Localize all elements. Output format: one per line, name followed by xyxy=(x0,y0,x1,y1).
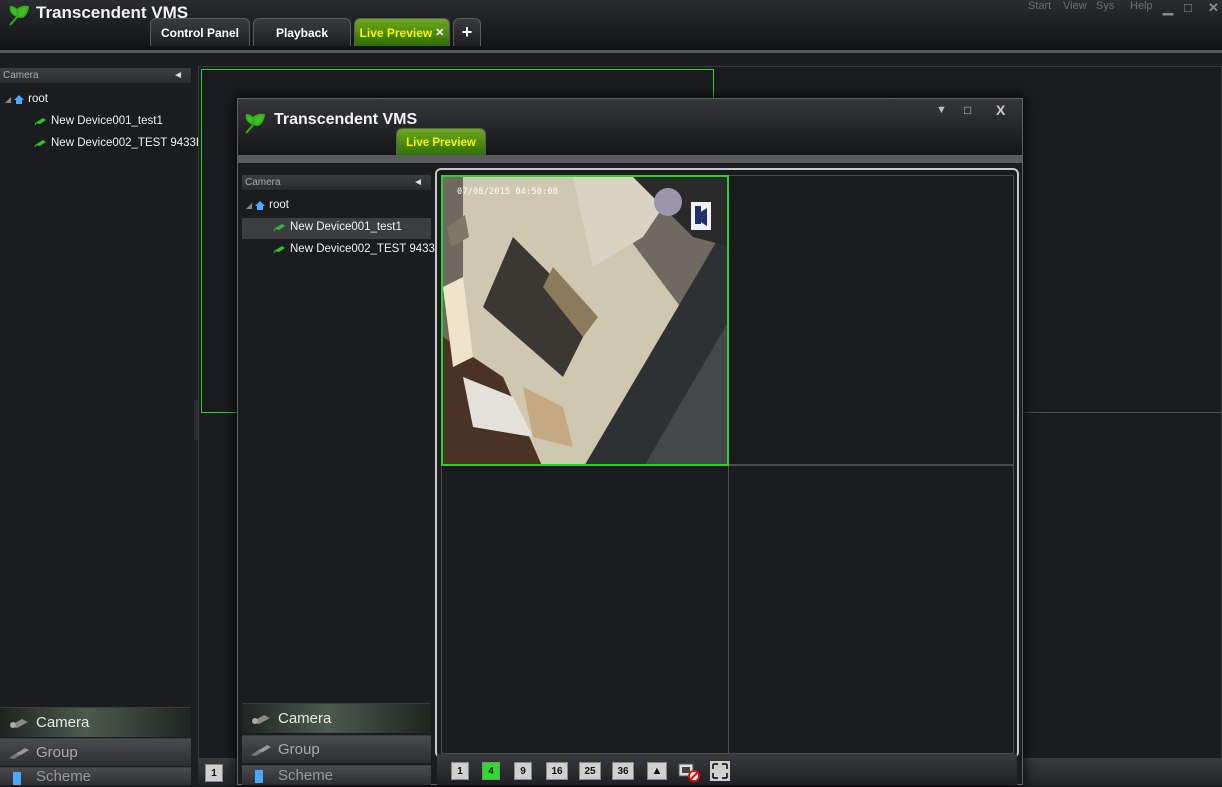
layout-1-button[interactable]: 1 xyxy=(205,764,223,782)
scheme-icon xyxy=(13,772,21,785)
nav-camera-label: Camera xyxy=(36,714,90,731)
popup-nav-group[interactable]: Group xyxy=(242,735,431,763)
stop-all-preview-icon[interactable] xyxy=(677,760,701,787)
layout-1-button[interactable]: 1 xyxy=(451,762,469,780)
minimize-icon[interactable]: ▁ xyxy=(1163,0,1173,16)
nav-camera-label: Camera xyxy=(278,710,332,727)
tab-playback[interactable]: Playback xyxy=(253,18,351,46)
camera-device-icon xyxy=(273,246,285,253)
eject-layout-icon[interactable]: ▲ xyxy=(647,762,667,780)
group-icon xyxy=(251,745,271,756)
close-tab-icon[interactable]: ✕ xyxy=(435,26,444,39)
expand-icon[interactable]: ◢ xyxy=(246,201,252,210)
group-icon xyxy=(9,748,29,759)
popup-title: Transcendent VMS xyxy=(274,111,418,128)
close-icon[interactable]: ✕ xyxy=(1208,0,1219,16)
tab-control-panel[interactable]: Control Panel xyxy=(150,18,250,46)
popup-sidebar-header: Camera ◄ xyxy=(242,175,431,190)
nav-scheme-label: Scheme xyxy=(278,767,334,784)
popup-tree-root[interactable]: ◢ root xyxy=(246,199,289,211)
nav-group-label: Group xyxy=(278,741,320,758)
popup-tab-strip-border xyxy=(238,155,1022,163)
main-sidebar xyxy=(0,67,192,785)
expand-icon[interactable]: ◢ xyxy=(5,95,11,104)
popup-close-icon[interactable]: X xyxy=(996,102,1005,118)
scheme-icon xyxy=(255,770,263,783)
device-label: New Device001_test1 xyxy=(290,221,402,233)
layout-36-button[interactable]: 36 xyxy=(612,762,634,780)
splitter-handle[interactable] xyxy=(194,400,198,440)
nav-group[interactable]: Group xyxy=(0,738,191,766)
device-label: New Device002_TEST 9433E xyxy=(290,243,443,255)
popup-tree-device-2[interactable]: New Device002_TEST 9433E xyxy=(273,243,443,255)
tab-label: Live Preview xyxy=(406,136,476,149)
menu-view[interactable]: View xyxy=(1063,0,1087,12)
popup-nav-scheme[interactable]: Scheme xyxy=(242,765,431,785)
video-cell-4[interactable] xyxy=(728,465,1014,754)
popup-logo-icon xyxy=(244,113,266,140)
tree-root-label: root xyxy=(269,199,289,211)
sidebar-header: Camera ◄ xyxy=(0,68,191,83)
popup-tree-device-1[interactable]: New Device001_test1 xyxy=(273,221,402,233)
layout-9-button[interactable]: 9 xyxy=(514,762,532,780)
home-icon xyxy=(14,94,25,104)
camera-feed-image xyxy=(443,177,727,464)
tree-root-label: root xyxy=(28,93,48,105)
nav-camera[interactable]: Camera xyxy=(0,707,191,737)
popup-nav-camera[interactable]: Camera xyxy=(242,703,431,733)
popup-tab-live-preview[interactable]: Live Preview xyxy=(396,128,486,156)
layout-25-button[interactable]: 25 xyxy=(579,762,601,780)
maximize-icon[interactable]: □ xyxy=(1184,0,1192,15)
layout-4-button[interactable]: 4 xyxy=(482,762,500,780)
nav-scheme-label: Scheme xyxy=(36,768,92,785)
tree-root[interactable]: ◢ root xyxy=(5,93,48,105)
tab-label: Control Panel xyxy=(160,25,239,40)
nav-scheme[interactable]: Scheme xyxy=(0,767,191,785)
tab-label: Live Preview xyxy=(359,25,433,40)
tree-device-2[interactable]: New Device002_TEST 9433E xyxy=(34,137,204,149)
fullscreen-icon[interactable] xyxy=(710,761,730,786)
video-timestamp: 07/08/2015 04:50:08 xyxy=(457,187,559,197)
popup-sidebar-header-label: Camera xyxy=(245,177,281,188)
layout-16-button[interactable]: 16 xyxy=(546,762,568,780)
device-label: New Device001_test1 xyxy=(51,115,163,127)
collapse-icon[interactable]: ◄ xyxy=(173,68,183,83)
popup-dropdown-icon[interactable]: ▼ xyxy=(936,104,947,116)
device-label: New Device002_TEST 9433E xyxy=(51,137,204,149)
menu-start[interactable]: Start xyxy=(1028,0,1051,12)
video-cell-3[interactable] xyxy=(441,465,729,754)
tab-label: Playback xyxy=(275,25,329,40)
tree-device-1[interactable]: New Device001_test1 xyxy=(34,115,163,127)
tab-live-preview[interactable]: Live Preview ✕ xyxy=(354,18,450,46)
video-cell-1[interactable]: 07/08/2015 04:50:08 xyxy=(441,175,729,466)
nav-group-label: Group xyxy=(36,744,78,761)
video-cell-2[interactable] xyxy=(728,175,1014,465)
add-tab-button[interactable]: + xyxy=(453,18,481,46)
menu-help[interactable]: Help xyxy=(1130,0,1153,12)
app-logo-icon xyxy=(8,5,30,32)
camera-device-icon xyxy=(34,140,46,147)
menu-sys[interactable]: Sys xyxy=(1096,0,1114,12)
camera-icon xyxy=(10,719,28,728)
popup-collapse-icon[interactable]: ◄ xyxy=(413,175,423,190)
camera-device-icon xyxy=(34,118,46,125)
camera-device-icon xyxy=(273,224,285,231)
camera-icon xyxy=(252,715,270,724)
sidebar-header-label: Camera xyxy=(3,70,39,81)
home-icon xyxy=(255,200,266,210)
popup-maximize-icon[interactable]: □ xyxy=(964,103,971,117)
